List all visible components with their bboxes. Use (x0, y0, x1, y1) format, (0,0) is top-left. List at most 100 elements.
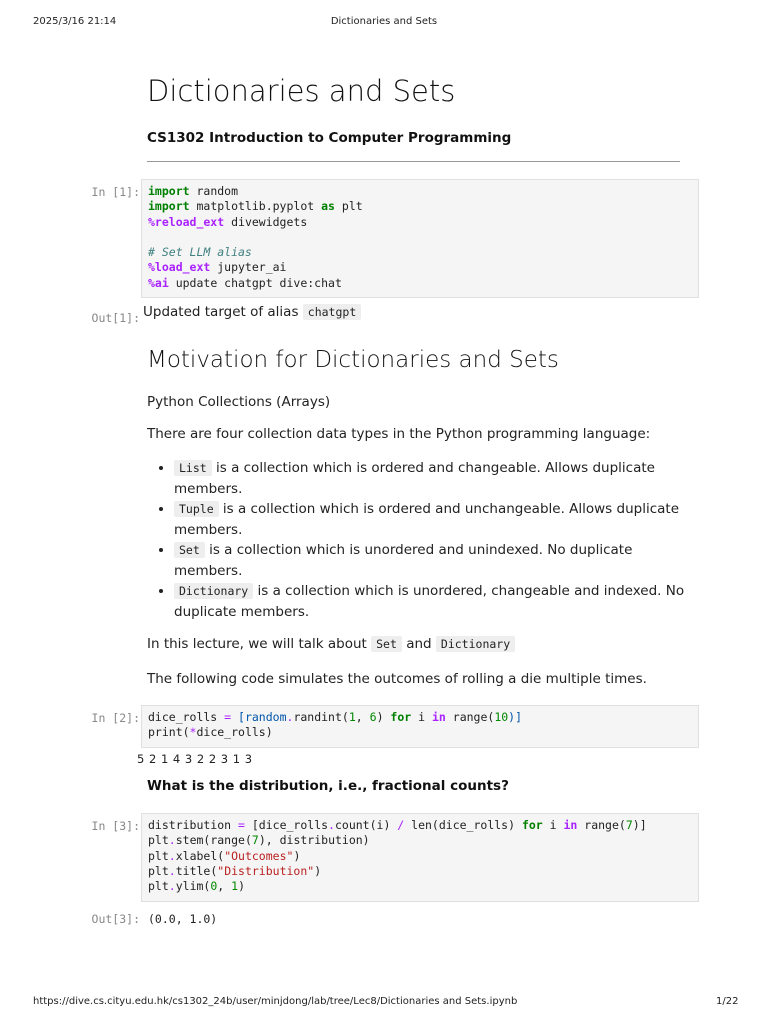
code-token: plt (334, 199, 363, 214)
item-text: is a collection which is ordered and unc… (174, 501, 680, 538)
output-1: Updated target of alias chatgpt (143, 304, 362, 320)
inline-code: Set (174, 542, 205, 558)
cell-prompt: In [2]: (91, 711, 140, 725)
code-token: range( (445, 710, 495, 724)
code-token: 10 (494, 710, 509, 724)
code-token: randint( (293, 710, 349, 724)
code-line: plt.ylim(0, 1) (148, 879, 692, 894)
code-line: %reload_ext divewidgets (148, 215, 692, 230)
code-token: . (328, 818, 335, 832)
code-token: %load_ext (148, 260, 211, 275)
code-token: i (542, 818, 564, 832)
code-line: print(*dice_rolls) (148, 725, 692, 740)
code-token: import (148, 199, 190, 214)
code-line: import matplotlib.pyplot as plt (148, 199, 692, 214)
code-token: 1 (348, 710, 356, 724)
code-token: in (431, 710, 446, 724)
notebook-page: 2025/3/16 21:14 Dictionaries and Sets Di… (0, 0, 768, 1024)
code-cell-3[interactable]: distribution = [dice_rolls.count(i) / le… (141, 813, 699, 902)
code-token: import (148, 184, 190, 198)
code-token: plt (148, 879, 169, 894)
code-token: 6 (369, 710, 377, 724)
paragraph: In this lecture, we will talk about Set … (147, 636, 516, 652)
code-token: 7 (625, 818, 633, 832)
code-token: [random (231, 710, 287, 724)
code-token: divewidgets (224, 214, 308, 229)
page-number: 1/22 (716, 996, 739, 1007)
course-subtitle: CS1302 Introduction to Computer Programm… (147, 130, 512, 146)
code-token: plt (148, 833, 169, 848)
code-line: %load_ext jupyter_ai (148, 260, 692, 275)
code-token: ylim( (175, 879, 211, 894)
code-token: title( (175, 863, 218, 878)
code-line: dice_rolls = [random.randint(1, 6) for i… (148, 710, 692, 725)
code-token: print( (148, 725, 190, 740)
code-token: , (355, 710, 370, 724)
code-token: update chatgpt dive:chat (168, 275, 342, 290)
code-line: import random (148, 184, 692, 199)
page-title: Dictionaries and Sets (147, 74, 456, 108)
output-text: Updated target of alias (143, 304, 299, 320)
code-token: plt (148, 863, 169, 878)
code-token: range( (577, 818, 626, 832)
print-title: Dictionaries and Sets (330, 16, 438, 27)
code-token: as (321, 199, 335, 214)
text: and (406, 636, 432, 652)
inline-code: Set (371, 636, 402, 652)
divider (147, 161, 680, 162)
cell-prompt: In [1]: (91, 185, 140, 199)
inline-code: chatgpt (302, 304, 362, 320)
code-token: [dice_rolls (244, 818, 329, 832)
code-line: # Set LLM alias (148, 245, 692, 260)
paragraph: There are four collection data types in … (147, 426, 651, 442)
code-token: count(i) (334, 818, 398, 832)
output-prompt: Out[1]: (91, 311, 140, 325)
code-token: )] (632, 818, 647, 832)
code-token: dice_rolls (148, 710, 225, 724)
code-token: jupyter_ai (210, 260, 287, 275)
code-token: . (168, 863, 176, 878)
code-token: )] (508, 710, 523, 724)
code-line (148, 230, 692, 245)
code-token: stem(range( (175, 833, 252, 848)
code-token: distribution (148, 818, 239, 832)
output-2: 5 2 1 4 3 2 2 3 1 3 (137, 752, 253, 766)
code-token: dice_rolls) (196, 725, 273, 740)
collection-list: List is a collection which is ordered an… (147, 458, 694, 622)
code-token: , (217, 879, 232, 894)
list-item: Dictionary is a collection which is unor… (174, 581, 694, 622)
code-token: in (563, 818, 578, 832)
code-line: plt.title("Distribution") (148, 864, 692, 879)
inline-code: Tuple (174, 501, 219, 517)
code-token: ) (314, 863, 322, 878)
code-token: ) (376, 710, 391, 724)
code-token: . (168, 879, 176, 894)
code-cell-1[interactable]: import random import matplotlib.pyplot as… (141, 179, 699, 298)
code-token: for (390, 710, 412, 724)
code-token: xlabel( (175, 848, 225, 863)
print-url: https://dive.cs.cityu.edu.hk/cs1302_24b/… (33, 996, 518, 1007)
code-token: i (411, 710, 432, 724)
code-token: . (168, 833, 176, 848)
code-token: "Outcomes" (224, 848, 294, 863)
code-line: plt.stem(range(7), distribution) (148, 833, 692, 848)
code-line: %ai update chatgpt dive:chat (148, 276, 692, 291)
code-token: random (189, 184, 239, 198)
item-text: is a collection which is ordered and cha… (174, 460, 655, 497)
code-token: # Set LLM alias (148, 245, 252, 260)
section-heading: Motivation for Dictionaries and Sets (147, 347, 559, 373)
code-cell-2[interactable]: dice_rolls = [random.randint(1, 6) for i… (141, 705, 699, 748)
code-token: "Distribution" (217, 863, 315, 878)
code-token: len(dice_rolls) (404, 818, 522, 832)
inline-code: List (174, 460, 212, 476)
output-3: (0.0, 1.0) (148, 912, 218, 926)
list-item: Set is a collection which is unordered a… (174, 540, 694, 581)
code-token: = (238, 818, 245, 832)
inline-code: Dictionary (435, 636, 516, 652)
list-item: Tuple is a collection which is ordered a… (174, 499, 694, 540)
inline-code: Dictionary (174, 583, 254, 599)
item-text: is a collection which is unordered and u… (174, 542, 633, 579)
code-token: . (168, 848, 176, 863)
question-heading: What is the distribution, i.e., fraction… (147, 778, 509, 794)
